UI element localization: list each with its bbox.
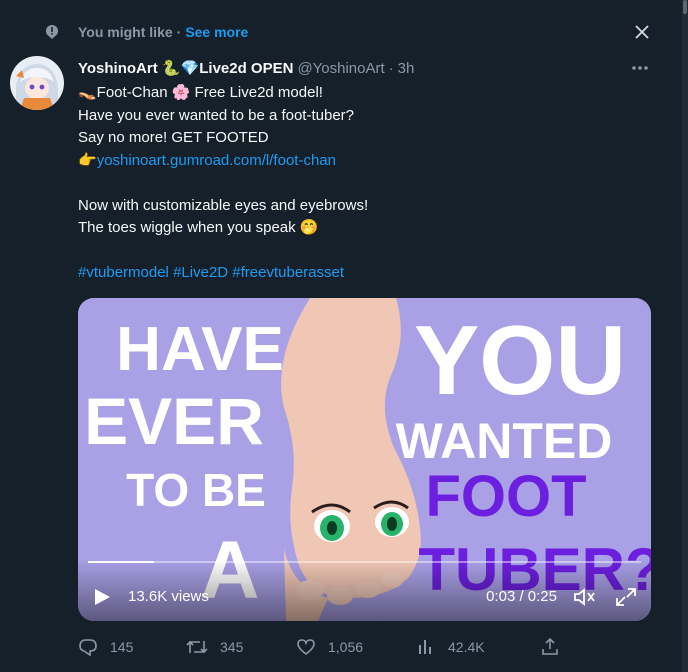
scrollbar-thumb[interactable] xyxy=(683,0,687,14)
header-separator: · xyxy=(388,59,394,77)
avatar[interactable] xyxy=(10,56,64,110)
views-icon xyxy=(419,640,431,654)
share-button[interactable] xyxy=(540,636,572,658)
tweet-text: 👡Foot-Chan 🌸 Free Live2d model! Have you… xyxy=(78,82,638,285)
video-word-wanted: WANTED xyxy=(396,413,613,469)
retweet-button[interactable]: 345 xyxy=(186,636,243,658)
tweet-line: The toes wiggle when you speak 🤭 xyxy=(78,219,319,236)
tweet-link-line: 👉yoshinoart.gumroad.com/l/foot-chan xyxy=(78,150,638,173)
pointing-emoji: 👉 xyxy=(78,151,97,169)
context-row: You might like · See more xyxy=(44,22,248,42)
context-label: You might like xyxy=(78,24,173,40)
close-icon[interactable] xyxy=(632,22,652,42)
gumroad-link[interactable]: yoshinoart.gumroad.com/l/foot-chan xyxy=(97,152,336,169)
retweet-count: 345 xyxy=(220,639,244,655)
hashtag-link[interactable]: #vtubermodel xyxy=(78,264,169,281)
reply-icon xyxy=(79,639,97,657)
sparkle-icon xyxy=(46,25,58,39)
see-more-link[interactable]: See more xyxy=(185,24,248,40)
avatar-image xyxy=(10,56,64,110)
video-word-have: HAVE xyxy=(116,315,284,384)
video-progress-bar[interactable] xyxy=(88,561,641,563)
like-icon xyxy=(297,639,315,656)
hashtag-link[interactable]: #Live2D xyxy=(173,264,228,281)
display-name[interactable]: YoshinoArt 🐍💎Live2d OPEN xyxy=(78,59,293,77)
like-count: 1,056 xyxy=(328,639,364,655)
timestamp[interactable]: 3h xyxy=(398,60,415,77)
tweet-actions: 145 345 1,056 42.4K xyxy=(78,636,638,658)
video-timecode: 0:03 / 0:25 xyxy=(486,588,557,605)
like-button[interactable]: 1,056 xyxy=(296,636,363,658)
handle[interactable]: @YoshinoArt xyxy=(297,60,384,77)
video-progress-fill xyxy=(88,561,155,563)
more-icon[interactable] xyxy=(628,58,652,78)
video-word-ever: EVER xyxy=(84,384,264,458)
scrollbar[interactable] xyxy=(682,0,688,672)
video-word-tobe: TO BE xyxy=(126,464,266,516)
tweet-line: Have you ever wanted to be a foot-tuber? xyxy=(78,106,355,124)
video-word-foot: FOOT xyxy=(425,464,586,529)
tweet-header: YoshinoArt 🐍💎Live2d OPEN @YoshinoArt · 3… xyxy=(78,58,414,78)
fullscreen-icon[interactable] xyxy=(615,587,637,607)
tweet-line: Say no more! GET FOOTED xyxy=(78,129,269,146)
retweet-icon xyxy=(186,640,208,654)
hashtag-link[interactable]: #freevtuberasset xyxy=(232,264,344,281)
tweet-line: 👡Foot-Chan 🌸 Free Live2d model! xyxy=(78,84,323,101)
views-count: 42.4K xyxy=(448,639,485,655)
video-word-you: YOU xyxy=(414,305,626,415)
play-icon[interactable] xyxy=(92,587,112,607)
tweet-line: Now with customizable eyes and eyebrows! xyxy=(78,196,369,214)
context-separator: · xyxy=(176,24,182,40)
views-button[interactable]: 42.4K xyxy=(416,636,485,658)
video-player[interactable]: HAVE EVER TO BE A YOU WANTED FOOT TUBER?… xyxy=(78,298,651,621)
share-icon xyxy=(542,637,558,655)
reply-count: 145 xyxy=(110,639,134,655)
reply-button[interactable]: 145 xyxy=(78,636,133,658)
volume-icon[interactable] xyxy=(573,587,597,607)
video-views: 13.6K views xyxy=(128,588,209,605)
hashtags-line: #vtubermodel #Live2D #freevtuberasset xyxy=(78,262,638,285)
